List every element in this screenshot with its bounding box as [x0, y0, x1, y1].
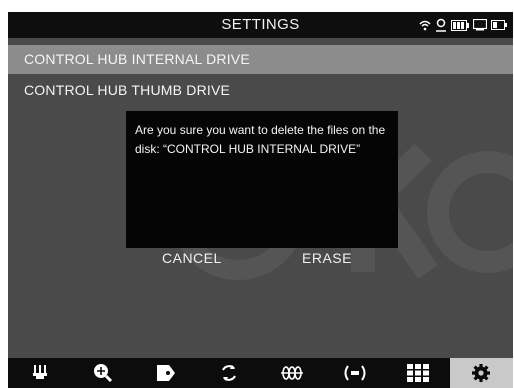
tool-tag[interactable] [134, 358, 197, 388]
device-screen: SETTINGS CONTROL HUB INTERNAL DRIVE CONT… [8, 12, 513, 388]
tool-settings[interactable] [449, 358, 513, 388]
rotate-icon [222, 365, 236, 381]
grid-icon [407, 364, 430, 382]
monitor-icon [473, 19, 487, 31]
tool-zoom[interactable] [71, 358, 134, 388]
confirm-dialog: Are you sure you want to delete the file… [126, 111, 398, 248]
battery-icon [451, 19, 469, 31]
tool-probe[interactable] [8, 358, 71, 388]
dialog-message: Are you sure you want to delete the file… [135, 123, 386, 156]
probe-icon [32, 365, 47, 379]
zoom-in-icon [93, 364, 112, 383]
title-bar: SETTINGS [8, 12, 513, 38]
battery-small-icon [491, 20, 507, 30]
erase-button[interactable]: ERASE [302, 250, 352, 266]
drive-item-thumb[interactable]: CONTROL HUB THUMB DRIVE [8, 76, 513, 105]
cancel-button[interactable]: CANCEL [162, 250, 222, 266]
tool-broadcast[interactable] [324, 358, 387, 388]
location-icon [436, 18, 446, 32]
bottom-toolbar [8, 358, 513, 388]
tag-icon [156, 365, 175, 381]
status-icons [419, 18, 507, 32]
drive-item-internal[interactable]: CONTROL HUB INTERNAL DRIVE [8, 45, 513, 74]
wifi-icon [419, 20, 431, 31]
waveform-icon [281, 366, 304, 380]
tool-waveform[interactable] [261, 358, 324, 388]
tool-rotate[interactable] [197, 358, 260, 388]
tool-grid[interactable] [387, 358, 450, 388]
gear-icon [472, 364, 491, 382]
broadcast-icon [344, 365, 366, 381]
